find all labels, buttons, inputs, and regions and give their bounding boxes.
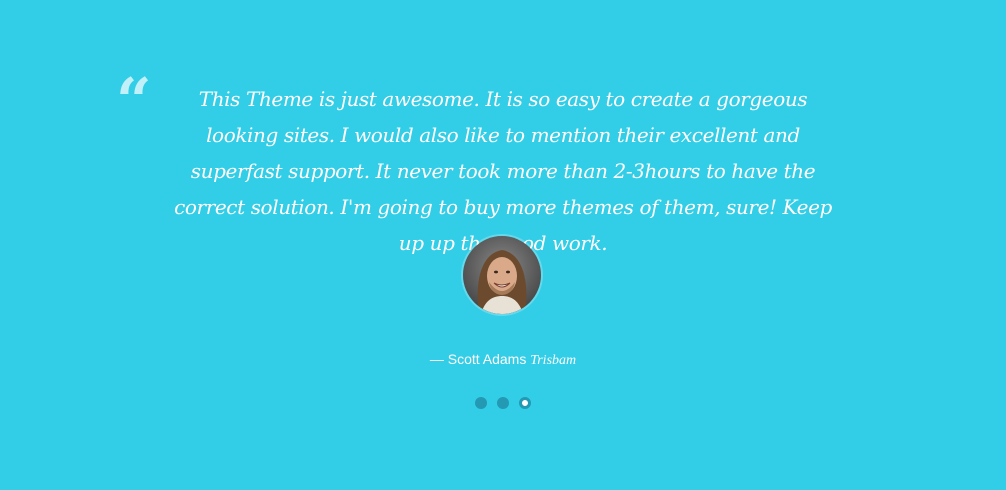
- testimonial-author: — Scott Adams Trisbam: [0, 351, 1006, 369]
- avatar-photo: [463, 236, 541, 314]
- testimonial-text: This Theme is just awesome. It is so eas…: [174, 87, 832, 255]
- carousel-dot-2[interactable]: [497, 397, 509, 409]
- author-prefix: —: [429, 351, 448, 367]
- author-name: Scott Adams: [447, 351, 527, 367]
- quote-mark-icon: “: [116, 64, 152, 137]
- author-company: Trisbam: [530, 353, 577, 368]
- avatar: [463, 236, 541, 314]
- testimonial-section: “ This Theme is just awesome. It is so e…: [0, 0, 1006, 490]
- carousel-dot-3[interactable]: [519, 397, 531, 409]
- carousel-dot-1[interactable]: [475, 397, 487, 409]
- carousel-pagination: [0, 397, 1006, 409]
